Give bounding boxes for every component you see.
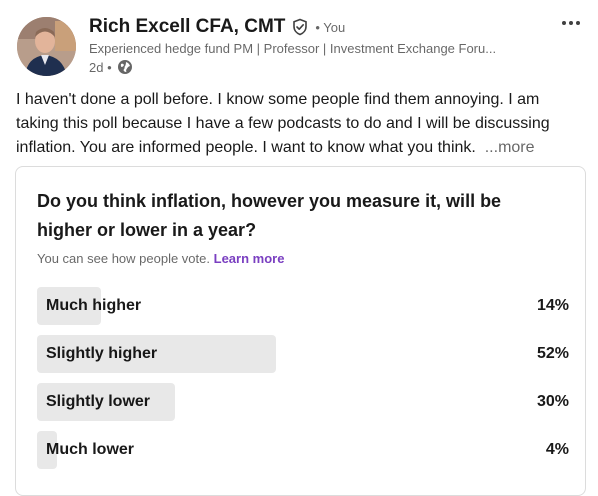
poll-option-percent: 4% xyxy=(545,441,569,458)
poll-option[interactable]: Slightly higher 52% xyxy=(37,335,569,373)
three-dots-icon xyxy=(562,21,580,25)
post-time: 2d • xyxy=(89,59,112,75)
learn-more-link[interactable]: Learn more xyxy=(214,251,285,266)
poll-option[interactable]: Slightly lower 30% xyxy=(37,383,569,421)
author-name-row: Rich Excell CFA, CMT • You xyxy=(89,16,345,38)
globe-icon xyxy=(117,59,133,75)
author-avatar[interactable] xyxy=(17,17,76,76)
poll-option[interactable]: Much higher 14% xyxy=(37,287,569,325)
see-more-button[interactable]: ...more xyxy=(485,139,535,156)
poll-visibility-note: You can see how people vote. Learn more xyxy=(37,251,284,266)
post-body: I haven't done a poll before. I know som… xyxy=(16,88,582,160)
poll-option[interactable]: Much lower 4% xyxy=(37,431,569,469)
shield-check-icon xyxy=(291,18,309,36)
poll-note-text: You can see how people vote. xyxy=(37,251,210,266)
poll-option-label: Much lower xyxy=(46,441,135,458)
connection-degree: • You xyxy=(315,19,346,35)
poll-question: Do you think inflation, however you meas… xyxy=(37,191,502,240)
poll-card: Do you think inflation, however you meas… xyxy=(15,166,586,496)
more-options-button[interactable] xyxy=(558,12,584,34)
poll-option-percent: 52% xyxy=(536,345,569,362)
poll-option-label: Much higher xyxy=(46,297,142,314)
poll-option-percent: 30% xyxy=(536,393,569,410)
post-text: I haven't done a poll before. I know som… xyxy=(16,91,550,156)
poll-option-label: Slightly higher xyxy=(46,345,158,362)
profile-photo xyxy=(17,17,76,76)
author-name[interactable]: Rich Excell CFA, CMT xyxy=(89,16,285,38)
feed-post: Rich Excell CFA, CMT • You Experienced h… xyxy=(0,0,598,496)
poll-option-label: Slightly lower xyxy=(46,393,151,410)
post-meta: 2d • xyxy=(89,59,133,75)
author-headline: Experienced hedge fund PM | Professor | … xyxy=(89,41,497,56)
poll-option-percent: 14% xyxy=(536,297,569,314)
